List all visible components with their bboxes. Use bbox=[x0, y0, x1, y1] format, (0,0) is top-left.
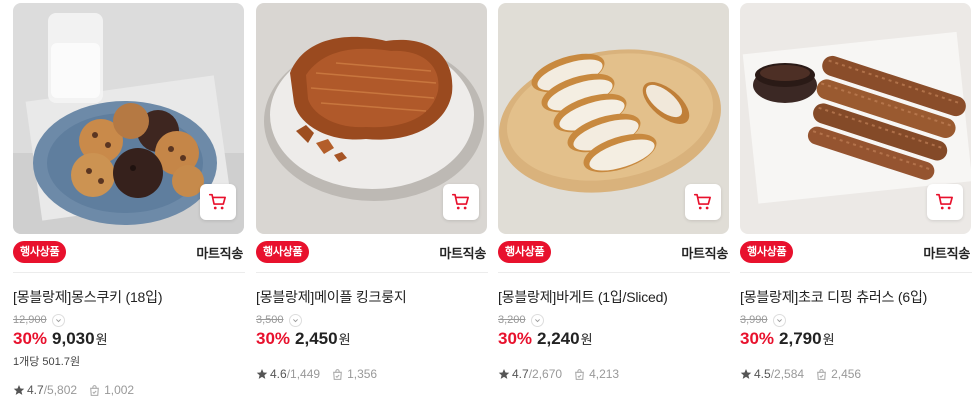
product-image[interactable] bbox=[740, 3, 971, 234]
sale-price: 2,240 bbox=[537, 329, 580, 348]
review-stats: 4.5 / 2,584 2,456 bbox=[740, 367, 861, 381]
shipping-label: 마트직송 bbox=[923, 246, 970, 261]
sale-price: 2,450 bbox=[295, 329, 338, 348]
divider bbox=[498, 272, 730, 273]
shipping-label: 마트직송 bbox=[196, 246, 243, 261]
rating: 4.7 bbox=[27, 383, 44, 397]
original-price: 12,900 bbox=[13, 314, 47, 326]
shopping-bag-icon bbox=[333, 368, 342, 380]
original-price-row: 3,500 bbox=[256, 313, 302, 327]
review-stats: 4.6 / 1,449 1,356 bbox=[256, 367, 377, 381]
review-count[interactable]: 2,584 bbox=[774, 367, 804, 381]
product-image[interactable] bbox=[256, 3, 487, 234]
product-name[interactable]: [몽블랑제]초코 디핑 츄러스 (6입) bbox=[740, 287, 972, 307]
currency: 원 bbox=[338, 332, 351, 347]
original-price: 3,990 bbox=[740, 314, 768, 326]
original-price-row: 12,900 bbox=[13, 313, 65, 327]
product-card[interactable]: 행사상품 마트직송 [몽블랑제]메이플 킹크룽지 3,500 30% 2,450… bbox=[256, 0, 488, 406]
shopping-bag-icon bbox=[817, 368, 826, 380]
discount-rate: 30% bbox=[256, 329, 291, 348]
promo-badge: 행사상품 bbox=[740, 241, 794, 263]
review-stats: 4.7 / 2,670 4,213 bbox=[498, 367, 619, 381]
tag-row: 행사상품 마트직송 bbox=[13, 241, 245, 263]
product-name[interactable]: [몽블랑제]메이플 킹크룽지 bbox=[256, 287, 488, 307]
rating: 4.6 bbox=[270, 367, 287, 381]
original-price: 3,500 bbox=[256, 314, 284, 326]
shopping-bag-icon bbox=[90, 384, 99, 396]
price-detail-toggle[interactable] bbox=[530, 313, 544, 327]
review-count[interactable]: 1,449 bbox=[290, 367, 320, 381]
currency: 원 bbox=[822, 332, 835, 347]
cart-icon bbox=[208, 193, 226, 210]
promo-badge: 행사상품 bbox=[498, 241, 552, 263]
shopping-bag-icon bbox=[575, 368, 584, 380]
review-count[interactable]: 2,670 bbox=[532, 367, 562, 381]
original-price-row: 3,990 bbox=[740, 313, 786, 327]
product-image[interactable] bbox=[13, 3, 244, 234]
discount-rate: 30% bbox=[498, 329, 533, 348]
unit-price: 1개당 501.7원 bbox=[13, 356, 81, 368]
price-row: 30% 2,450 원 bbox=[256, 329, 351, 349]
star-icon bbox=[13, 385, 25, 395]
divider bbox=[256, 272, 488, 273]
sale-price: 9,030 bbox=[52, 329, 95, 348]
add-to-cart-button[interactable] bbox=[443, 184, 479, 220]
discount-rate: 30% bbox=[740, 329, 775, 348]
rating: 4.5 bbox=[754, 367, 771, 381]
star-icon bbox=[498, 369, 510, 379]
price-detail-toggle[interactable] bbox=[772, 313, 786, 327]
add-to-cart-button[interactable] bbox=[685, 184, 721, 220]
product-image[interactable] bbox=[498, 3, 729, 234]
add-to-cart-button[interactable] bbox=[200, 184, 236, 220]
buyer-count: 4,213 bbox=[589, 367, 620, 381]
product-grid: 행사상품 마트직송 [몽블랑제]몽스쿠키 (18입) 12,900 30% 9,… bbox=[0, 0, 974, 406]
buyer-count: 1,356 bbox=[347, 367, 378, 381]
product-card[interactable]: 행사상품 마트직송 [몽블랑제]바게트 (1입/Sliced) 3,200 30… bbox=[498, 0, 730, 406]
chevron-down-icon bbox=[55, 318, 61, 322]
chevron-down-icon bbox=[534, 318, 540, 322]
promo-badge: 행사상품 bbox=[13, 241, 67, 263]
product-name[interactable]: [몽블랑제]몽스쿠키 (18입) bbox=[13, 287, 245, 307]
discount-rate: 30% bbox=[13, 329, 48, 348]
price-row: 30% 2,240 원 bbox=[498, 329, 593, 349]
original-price: 3,200 bbox=[498, 314, 526, 326]
price-detail-toggle[interactable] bbox=[288, 313, 302, 327]
price-row: 30% 2,790 원 bbox=[740, 329, 835, 349]
price-detail-toggle[interactable] bbox=[51, 313, 65, 327]
chevron-down-icon bbox=[776, 318, 782, 322]
star-icon bbox=[740, 369, 752, 379]
cart-icon bbox=[935, 193, 953, 210]
chevron-down-icon bbox=[292, 318, 298, 322]
buyer-count: 1,002 bbox=[104, 383, 135, 397]
shipping-label: 마트직송 bbox=[681, 246, 728, 261]
product-card[interactable]: 행사상품 마트직송 [몽블랑제]몽스쿠키 (18입) 12,900 30% 9,… bbox=[13, 0, 245, 406]
tag-row: 행사상품 마트직송 bbox=[740, 241, 972, 263]
tag-row: 행사상품 마트직송 bbox=[256, 241, 488, 263]
divider bbox=[13, 272, 245, 273]
product-card[interactable]: 행사상품 마트직송 [몽블랑제]초코 디핑 츄러스 (6입) 3,990 30%… bbox=[740, 0, 972, 406]
rating: 4.7 bbox=[512, 367, 529, 381]
cart-icon bbox=[451, 193, 469, 210]
currency: 원 bbox=[580, 332, 593, 347]
divider bbox=[740, 272, 972, 273]
review-stats: 4.7 / 5,802 1,002 bbox=[13, 383, 134, 397]
currency: 원 bbox=[95, 332, 108, 347]
product-name[interactable]: [몽블랑제]바게트 (1입/Sliced) bbox=[498, 287, 730, 307]
promo-badge: 행사상품 bbox=[256, 241, 310, 263]
original-price-row: 3,200 bbox=[498, 313, 544, 327]
sale-price: 2,790 bbox=[779, 329, 822, 348]
add-to-cart-button[interactable] bbox=[927, 184, 963, 220]
buyer-count: 2,456 bbox=[831, 367, 862, 381]
cart-icon bbox=[693, 193, 711, 210]
price-row: 30% 9,030 원 bbox=[13, 329, 108, 349]
shipping-label: 마트직송 bbox=[439, 246, 486, 261]
star-icon bbox=[256, 369, 268, 379]
tag-row: 행사상품 마트직송 bbox=[498, 241, 730, 263]
review-count[interactable]: 5,802 bbox=[47, 383, 77, 397]
